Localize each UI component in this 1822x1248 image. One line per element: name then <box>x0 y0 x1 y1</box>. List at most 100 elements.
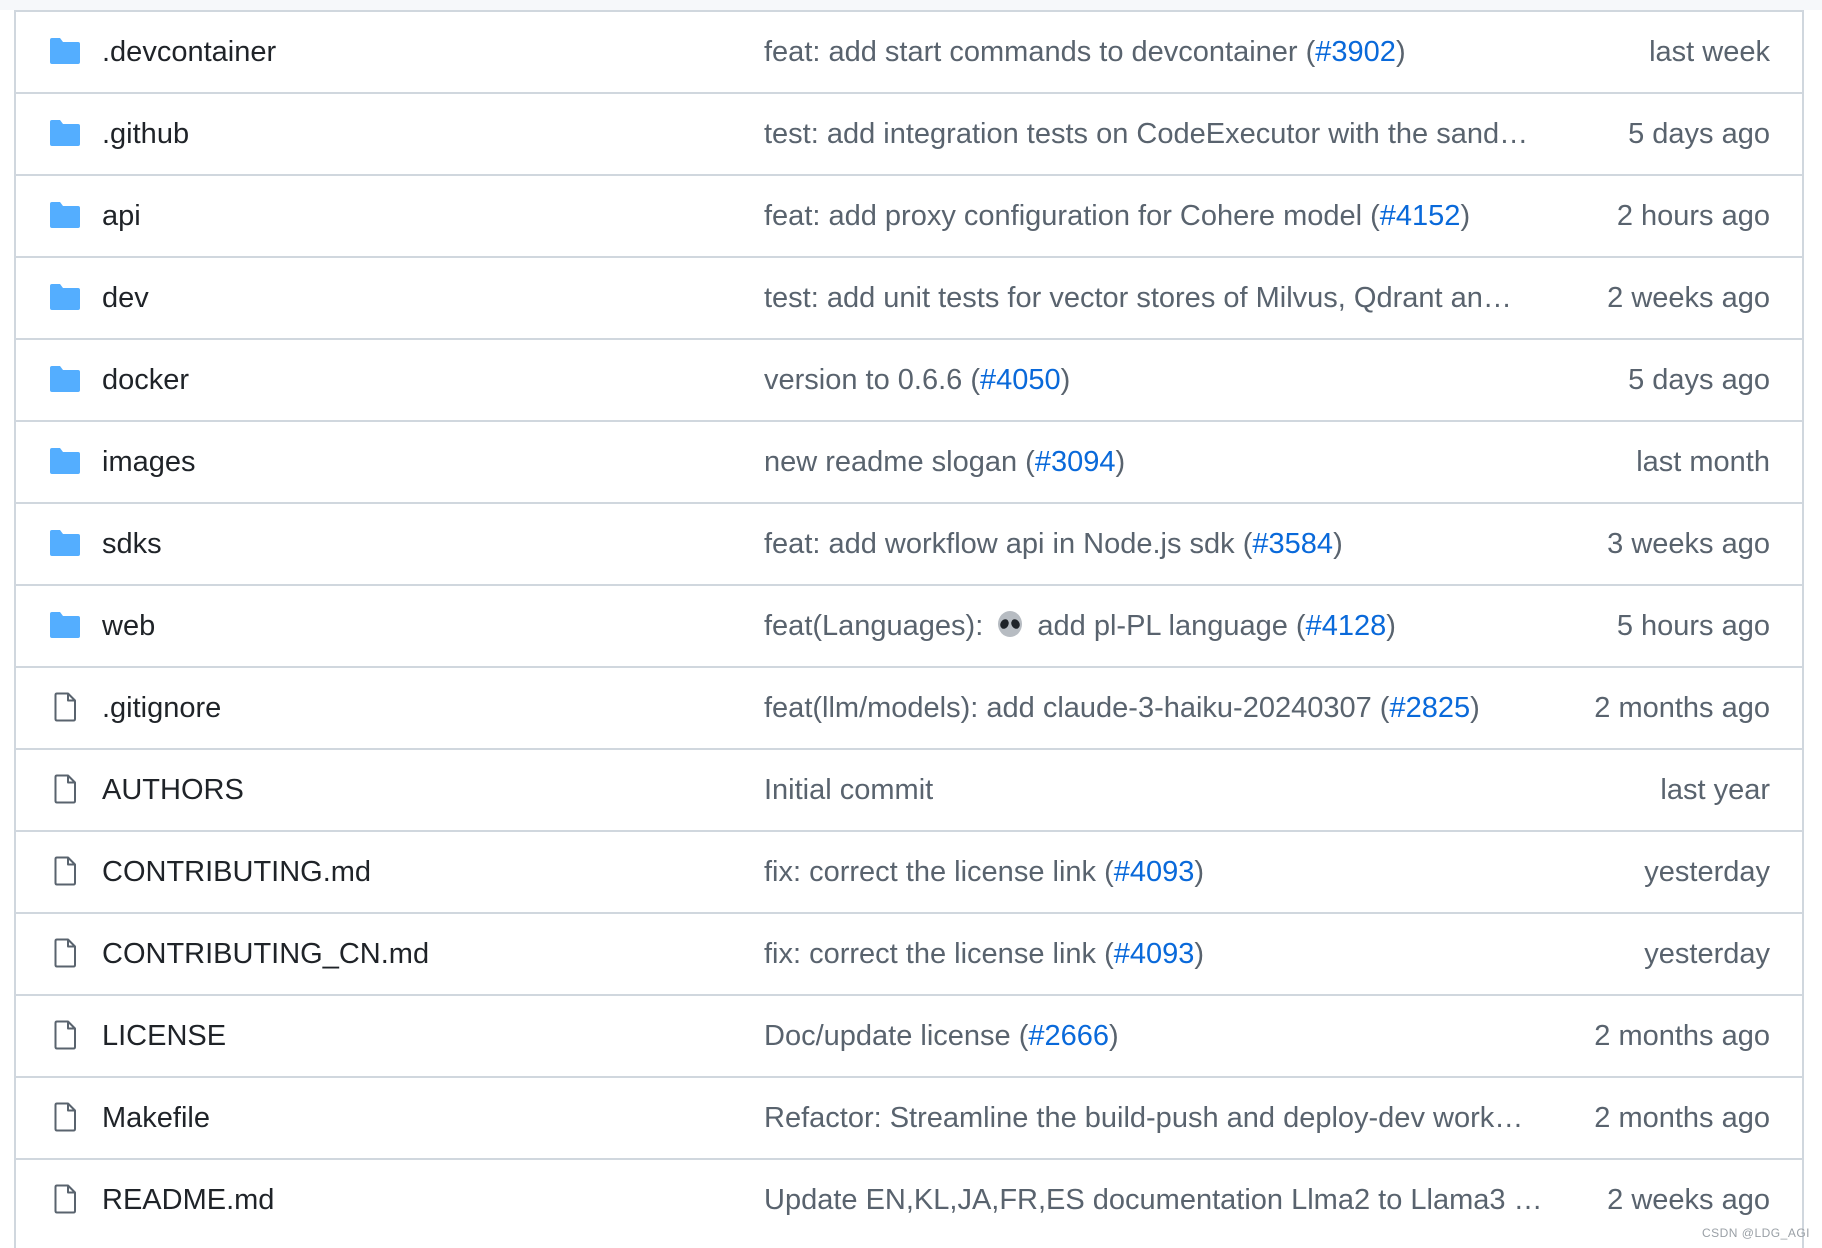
file-icon <box>48 856 82 886</box>
folder-icon <box>48 118 82 148</box>
commit-message-link[interactable]: feat(llm/models): add claude-3-haiku-202… <box>764 692 1372 724</box>
file-row[interactable]: api feat: add proxy configuration for Coh… <box>16 176 1802 258</box>
alien-emoji <box>998 611 1023 637</box>
directory-link[interactable]: .github <box>102 94 189 174</box>
commit-message: feat(llm/models): add claude-3-haiku-202… <box>764 692 1480 724</box>
file-row[interactable]: CONTRIBUTING.md fix: correct the license … <box>16 832 1802 914</box>
commit-date: last month <box>1636 446 1770 478</box>
commit-message-link[interactable]: Doc/update license <box>764 1020 1011 1052</box>
file-row[interactable]: web feat(Languages): add pl-PL language (… <box>16 586 1802 668</box>
file-icon <box>48 1184 82 1214</box>
file-row[interactable]: Makefile Refactor: Streamline the build-p… <box>16 1078 1802 1160</box>
pull-request-link[interactable]: #2825 <box>1389 692 1470 724</box>
pull-request-link[interactable]: #4093 <box>1114 856 1195 888</box>
directory-link[interactable]: dev <box>102 258 149 338</box>
commit-message-link[interactable]: feat: add start commands to devcontainer <box>764 36 1298 68</box>
directory-link[interactable]: api <box>102 176 141 256</box>
folder-icon <box>48 446 82 476</box>
commit-message: test: add unit tests for vector stores o… <box>764 258 1544 338</box>
commit-message-link[interactable]: fix: correct the license link <box>764 856 1096 888</box>
file-icon <box>48 1102 82 1132</box>
commit-message: fix: correct the license link (#4093) <box>764 856 1205 888</box>
commit-message-link[interactable]: new readme slogan <box>764 446 1017 478</box>
commit-message-link[interactable]: test: add integration tests on CodeExecu… <box>764 118 1528 150</box>
file-row[interactable]: CONTRIBUTING_CN.md fix: correct the licen… <box>16 914 1802 996</box>
commit-message: test: add integration tests on CodeExecu… <box>764 94 1544 174</box>
file-row[interactable]: README.md Update EN,KL,JA,FR,ES documenta… <box>16 1160 1802 1242</box>
file-icon <box>48 1020 82 1050</box>
file-row[interactable]: AUTHORS Initial commit last year <box>16 750 1802 832</box>
commit-message: new readme slogan (#3094) <box>764 446 1126 478</box>
commit-message-link[interactable]: feat: add workflow api in Node.js sdk <box>764 528 1235 560</box>
commit-message: Doc/update license (#2666) <box>764 1020 1119 1052</box>
commit-date: last week <box>1649 36 1770 68</box>
pull-request-link[interactable]: #3902 <box>1315 36 1396 68</box>
commit-message-link[interactable]: Initial commit <box>764 774 933 806</box>
directory-link[interactable]: images <box>102 422 196 502</box>
file-row[interactable]: .github test: add integration tests on Co… <box>16 94 1802 176</box>
commit-message-link[interactable]: Refactor: Streamline the build-push and … <box>764 1102 1523 1134</box>
folder-icon <box>48 36 82 66</box>
folder-icon <box>48 200 82 230</box>
file-icon <box>48 774 82 804</box>
folder-icon <box>48 528 82 558</box>
pull-request-link[interactable]: #3094 <box>1035 446 1116 478</box>
folder-icon <box>48 610 82 640</box>
commit-date: 2 hours ago <box>1616 200 1770 232</box>
file-row[interactable]: LICENSE Doc/update license (#2666) 2 month… <box>16 996 1802 1078</box>
watermark: CSDN @LDG_AGI <box>1701 1226 1810 1240</box>
file-row[interactable]: .devcontainer feat: add start commands to… <box>16 12 1802 94</box>
file-row[interactable]: sdks feat: add workflow api in Node.js sd… <box>16 504 1802 586</box>
header-strip <box>0 0 1822 10</box>
file-row[interactable]: .gitignore feat(llm/models): add claude-3… <box>16 668 1802 750</box>
commit-date: 2 weeks ago <box>1607 282 1770 314</box>
pull-request-link[interactable]: #2666 <box>1028 1020 1109 1052</box>
commit-date: yesterday <box>1644 856 1770 888</box>
commit-message: feat: add workflow api in Node.js sdk (#… <box>764 528 1343 560</box>
commit-message: fix: correct the license link (#4093) <box>764 938 1205 970</box>
commit-message-link[interactable]: Update EN,KL,JA,FR,ES documentation Llma… <box>764 1184 1543 1216</box>
directory-link[interactable]: web <box>102 586 155 666</box>
folder-icon <box>48 282 82 312</box>
pull-request-link[interactable]: #4128 <box>1306 610 1387 642</box>
commit-date: 2 months ago <box>1594 1020 1770 1052</box>
file-icon <box>48 938 82 968</box>
commit-message: feat: add proxy configuration for Cohere… <box>764 200 1471 232</box>
pull-request-link[interactable]: #4093 <box>1114 938 1195 970</box>
commit-message-link[interactable]: fix: correct the license link <box>764 938 1096 970</box>
commit-date: 2 months ago <box>1594 1102 1770 1134</box>
file-link[interactable]: CONTRIBUTING_CN.md <box>102 914 429 994</box>
file-row[interactable]: images new readme slogan (#3094) last mont… <box>16 422 1802 504</box>
commit-message: Update EN,KL,JA,FR,ES documentation Llma… <box>764 1160 1544 1240</box>
commit-message-link[interactable]: add pl-PL language <box>1037 610 1287 642</box>
file-list: .devcontainer feat: add start commands to… <box>14 10 1804 1248</box>
file-row[interactable]: docker version to 0.6.6 (#4050) 5 days ago <box>16 340 1802 422</box>
pull-request-link[interactable]: #4050 <box>980 364 1061 396</box>
commit-message-prefix[interactable]: feat(Languages): <box>764 610 983 642</box>
commit-date: 3 weeks ago <box>1607 528 1770 560</box>
directory-link[interactable]: .devcontainer <box>102 12 276 92</box>
file-link[interactable]: AUTHORS <box>102 750 244 830</box>
file-link[interactable]: LICENSE <box>102 996 226 1076</box>
commit-date: 5 hours ago <box>1616 610 1770 642</box>
commit-message-link[interactable]: version to 0.6.6 <box>764 364 962 396</box>
commit-date: last year <box>1660 774 1770 806</box>
commit-message-link[interactable]: feat: add proxy configuration for Cohere… <box>764 200 1362 232</box>
commit-message: version to 0.6.6 (#4050) <box>764 364 1071 396</box>
file-link[interactable]: .gitignore <box>102 668 221 748</box>
file-link[interactable]: CONTRIBUTING.md <box>102 832 371 912</box>
commit-date: yesterday <box>1644 938 1770 970</box>
commit-message: feat: add start commands to devcontainer… <box>764 36 1406 68</box>
file-row[interactable]: dev test: add unit tests for vector store… <box>16 258 1802 340</box>
commit-date: 2 months ago <box>1594 692 1770 724</box>
commit-message-link[interactable]: test: add unit tests for vector stores o… <box>764 282 1512 314</box>
commit-message: Initial commit <box>764 750 1544 830</box>
pull-request-link[interactable]: #3584 <box>1252 528 1333 560</box>
file-link[interactable]: README.md <box>102 1160 274 1240</box>
commit-date: 5 days ago <box>1628 364 1770 396</box>
directory-link[interactable]: sdks <box>102 504 162 584</box>
file-link[interactable]: Makefile <box>102 1078 210 1158</box>
file-icon <box>48 692 82 722</box>
pull-request-link[interactable]: #4152 <box>1380 200 1461 232</box>
directory-link[interactable]: docker <box>102 340 189 420</box>
